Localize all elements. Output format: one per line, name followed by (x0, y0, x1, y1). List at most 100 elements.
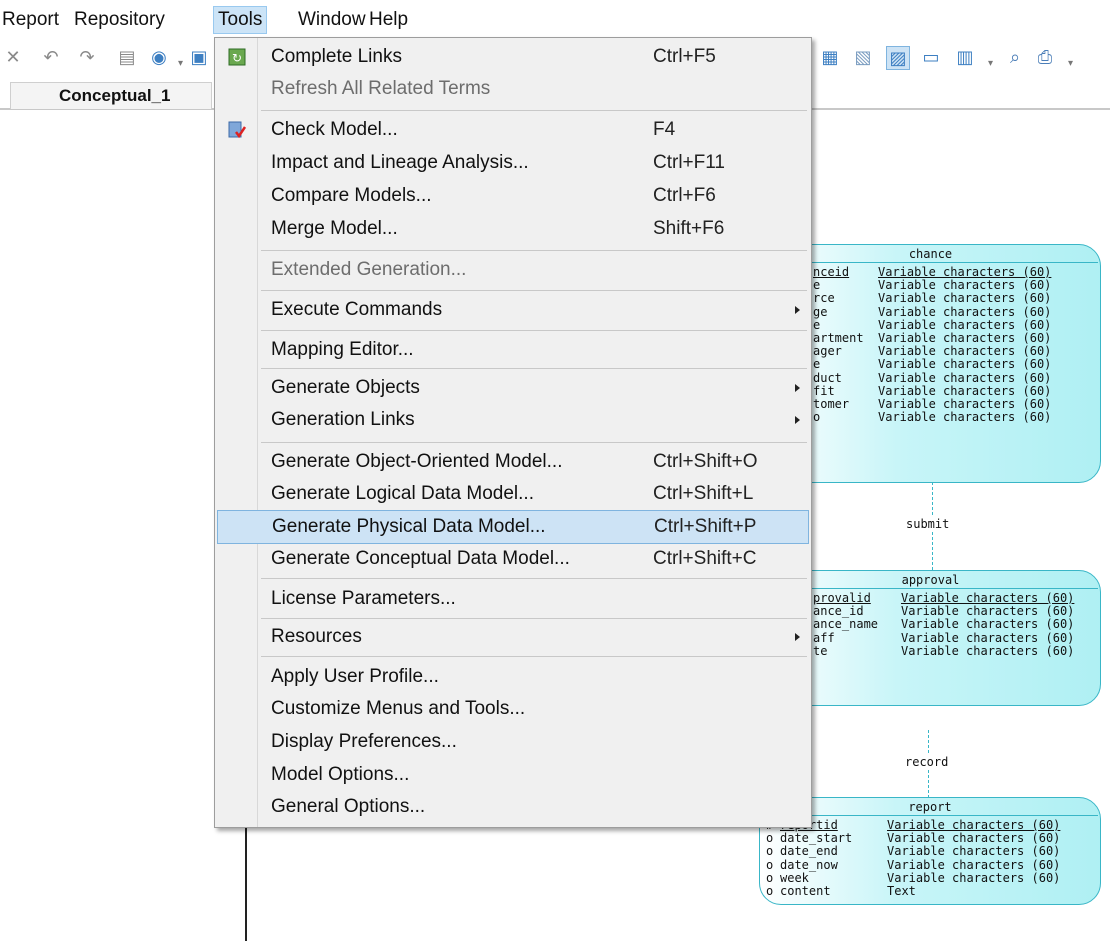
menu-separator (261, 330, 807, 331)
attribute-type: Variable characters (60) (901, 643, 1075, 658)
menu-item-label: Impact and Lineage Analysis... (271, 152, 529, 173)
menu-item-label: Generation Links (271, 409, 415, 430)
menu-item-label: Generate Objects (271, 377, 420, 398)
menu-item-refresh-related-terms[interactable]: Refresh All Related Terms (217, 73, 807, 105)
menu-item-generate-ldm[interactable]: Generate Logical Data Model... Ctrl+Shif… (217, 478, 807, 510)
delete-icon[interactable]: ✕ (2, 46, 24, 68)
toolbar-icon[interactable]: ▣ (188, 46, 210, 68)
view-icon[interactable]: ▧ (852, 46, 874, 68)
menu-item-compare-models[interactable]: Compare Models... Ctrl+F6 (217, 180, 807, 212)
tab-label: Conceptual_1 (59, 86, 171, 105)
menu-separator (261, 578, 807, 579)
menu-item-label: Generate Object-Oriented Model... (271, 451, 563, 472)
entity-separator (763, 262, 1098, 263)
attribute-marker: o (766, 844, 774, 859)
menu-item-model-options[interactable]: Model Options... (217, 759, 807, 791)
entity-attribute-row[interactable]: o date_end Variable characters (60) (760, 845, 1100, 858)
toolbar-overflow-icon[interactable]: ▾ (988, 58, 996, 69)
undo-icon[interactable]: ↶ (40, 46, 62, 68)
attribute-type: Variable characters (60) (878, 357, 1052, 372)
entity-attribute-row[interactable]: o date_now Variable characters (60) (760, 858, 1100, 872)
menu-window[interactable]: Window (298, 7, 366, 33)
menu-item-shortcut: Ctrl+Shift+O (653, 451, 758, 472)
menu-item-label: Refresh All Related Terms (271, 78, 491, 99)
menu-item-check-model[interactable]: Check Model... F4 (217, 114, 807, 146)
submenu-arrow-icon (795, 384, 800, 392)
complete-links-icon: ↻ (227, 47, 247, 67)
check-model-icon (227, 120, 247, 140)
menu-repository[interactable]: Repository (74, 7, 165, 33)
toolbar-overflow-icon[interactable]: ▾ (1068, 58, 1076, 69)
attribute-type: Variable characters (60) (887, 844, 1061, 859)
attribute-name: o (813, 410, 821, 425)
menu-item-generate-oom[interactable]: Generate Object-Oriented Model... Ctrl+S… (217, 446, 807, 478)
menu-item-label: Complete Links (271, 46, 402, 67)
menu-item-generate-cdm[interactable]: Generate Conceptual Data Model... Ctrl+S… (217, 543, 807, 575)
menu-item-label: Resources (271, 626, 362, 647)
attribute-name: rce (813, 291, 835, 306)
attribute-name: te (813, 643, 828, 658)
attribute-name: date_end (780, 844, 838, 859)
menu-item-label: License Parameters... (271, 588, 456, 609)
menu-item-label: Compare Models... (271, 185, 432, 206)
menu-item-label: Display Preferences... (271, 731, 457, 752)
menu-separator (261, 290, 807, 291)
attribute-type: Variable characters (60) (878, 410, 1052, 425)
entity-attribute-row[interactable]: o date_start Variable characters (60) (760, 832, 1100, 845)
menu-separator (261, 656, 807, 657)
menu-item-execute-commands[interactable]: Execute Commands (217, 294, 807, 326)
redo-icon[interactable]: ↷ (76, 46, 98, 68)
menu-item-complete-links[interactable]: ↻ Complete Links Ctrl+F5 (217, 41, 807, 73)
menu-item-label: Customize Menus and Tools... (271, 698, 526, 719)
menu-item-shortcut: Shift+F6 (653, 218, 725, 239)
comment-icon[interactable]: ▭ (920, 46, 942, 68)
menu-item-label: Execute Commands (271, 299, 443, 320)
menu-separator (261, 250, 807, 251)
entity-separator (763, 588, 1098, 589)
menu-separator (261, 368, 807, 369)
menu-help[interactable]: Help (369, 7, 408, 33)
menu-item-mapping-editor[interactable]: Mapping Editor... (217, 334, 807, 366)
menu-item-resources[interactable]: Resources (217, 621, 807, 653)
diagram-icon[interactable]: ▦ (819, 46, 841, 68)
menu-report[interactable]: Report (2, 7, 59, 33)
menu-item-display-preferences[interactable]: Display Preferences... (217, 726, 807, 758)
tab-conceptual-1[interactable]: Conceptual_1 (10, 82, 212, 109)
submenu-arrow-icon (795, 306, 800, 314)
menu-item-generate-objects[interactable]: Generate Objects (217, 372, 807, 404)
menu-item-generate-pdm[interactable]: Generate Physical Data Model... Ctrl+Shi… (217, 510, 809, 544)
tools-menu: ↻ Complete Links Ctrl+F5 Refresh All Rel… (214, 37, 812, 828)
zoom-icon[interactable]: ▨ (886, 46, 910, 70)
menu-item-license-parameters[interactable]: License Parameters... (217, 583, 807, 615)
table-icon[interactable]: ▥ (954, 46, 976, 68)
entity-attribute-row[interactable]: o week Variable characters (60) (760, 871, 1100, 885)
menu-item-label: Model Options... (271, 764, 410, 785)
relationship-record[interactable]: record (905, 755, 949, 769)
submenu-arrow-icon (795, 633, 800, 641)
attribute-type: Variable characters (60) (901, 617, 1075, 632)
model-icon[interactable]: ◉ (148, 46, 170, 68)
menu-item-shortcut: Ctrl+Shift+C (653, 548, 757, 569)
toolbar-overflow-icon[interactable]: ▾ (178, 58, 186, 69)
menu-item-apply-user-profile[interactable]: Apply User Profile... (217, 661, 807, 693)
attribute-marker: o (766, 884, 774, 898)
menu-item-generation-links[interactable]: Generation Links (217, 404, 807, 436)
menu-item-customize-menus[interactable]: Customize Menus and Tools... (217, 693, 807, 725)
menu-item-impact-lineage[interactable]: Impact and Lineage Analysis... Ctrl+F11 (217, 147, 807, 179)
menu-item-label: Mapping Editor... (271, 339, 414, 360)
menu-item-label: Generate Conceptual Data Model... (271, 548, 570, 569)
menu-item-merge-model[interactable]: Merge Model... Shift+F6 (217, 213, 807, 245)
relationship-submit[interactable]: submit (906, 517, 950, 531)
menu-item-label: Apply User Profile... (271, 666, 439, 687)
menu-item-shortcut: F4 (653, 119, 676, 140)
print-icon[interactable]: ⎙ (1034, 46, 1056, 68)
menu-item-extended-generation[interactable]: Extended Generation... (217, 254, 807, 286)
entity-separator (762, 815, 1098, 816)
entity-attribute-row[interactable]: o content Text (760, 884, 1100, 898)
menu-item-label: General Options... (271, 796, 426, 817)
menu-item-general-options[interactable]: General Options... (217, 791, 807, 823)
attribute-type: Variable characters (60) (878, 291, 1052, 306)
menu-tools[interactable]: Tools (213, 6, 268, 34)
properties-icon[interactable]: ▤ (116, 46, 138, 68)
print-preview-icon[interactable]: ⌕ (1004, 46, 1026, 68)
